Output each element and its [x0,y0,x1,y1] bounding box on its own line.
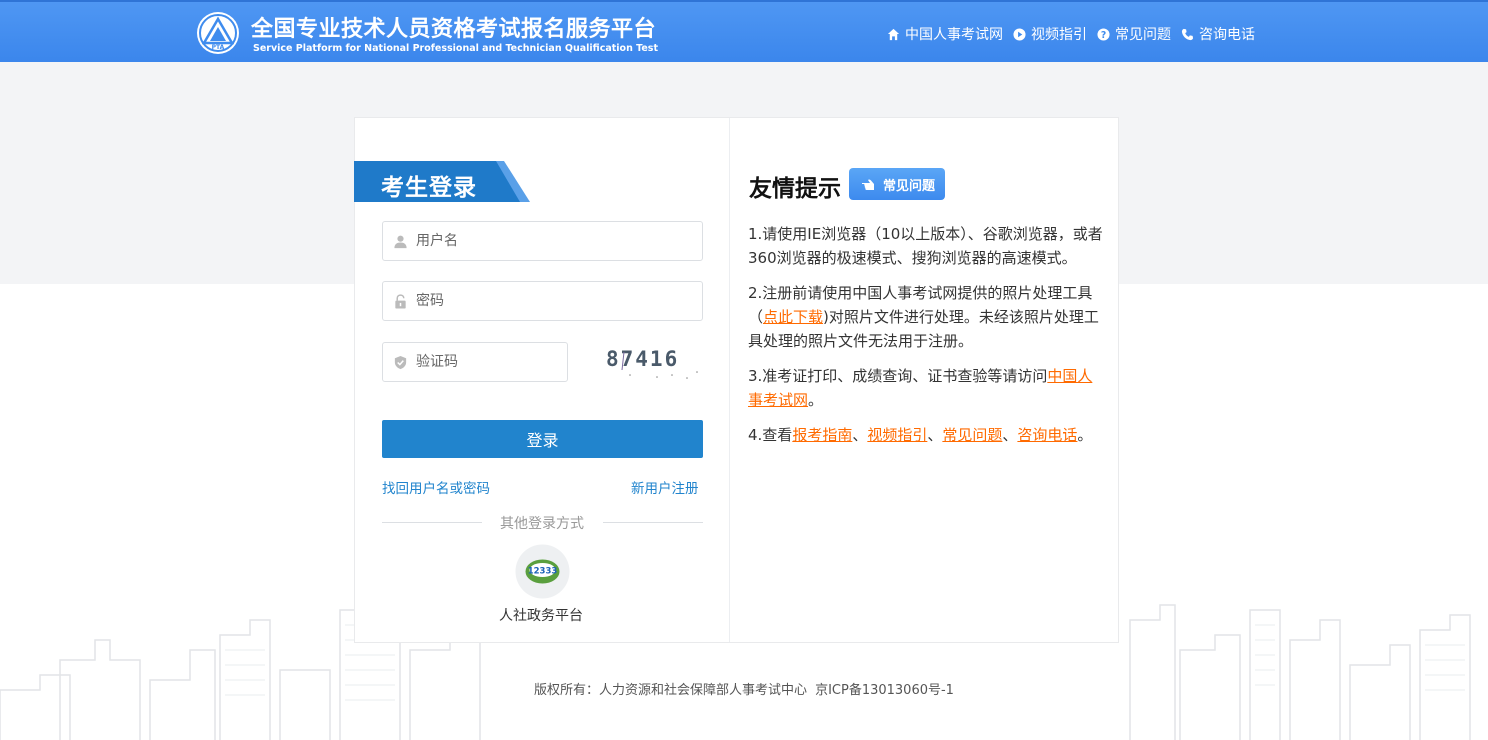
site-subtitle: Service Platform for National Profession… [253,43,659,54]
lock-icon [395,293,406,309]
nav-label: 中国人事考试网 [905,27,1003,43]
tip-item-1: 1.请使用IE浏览器（10以上版本）、谷歌浏览器，或者360浏览器的极速模式、搜… [748,225,1103,267]
nav-item-phone[interactable]: 咨询电话 [1181,24,1255,44]
footer-copyright: 版权所有：人力资源和社会保障部人事考试中心 [534,683,808,698]
hrss-platform-icon[interactable]: 12333 [515,544,570,599]
username-input[interactable] [414,232,674,250]
faq-badge-label: 常见问题 [883,178,936,194]
divider-line-left [382,522,482,523]
footer: 版权所有：人力资源和社会保障部人事考试中心 京ICP备13013060号-1 [0,679,1488,698]
login-panel: 考生登录 87416 登录 找回用户名或密码 新用户注册 其他登录方式 1233… [354,117,1119,643]
phone-icon [1181,28,1194,40]
svg-text:?: ? [1101,29,1106,40]
panel-divider [729,118,730,642]
shield-check-icon [394,355,407,369]
username-field[interactable] [382,221,703,261]
pointing-hand-icon [862,179,874,190]
tips-title: 友情提示 [749,176,841,202]
download-tool-link[interactable]: 点此下载 [763,308,823,326]
divider-line-right [603,522,703,523]
pta-logo-icon: PTA [197,12,239,54]
captcha-image[interactable]: 87416 [602,342,704,382]
login-button[interactable]: 登录 [382,420,703,458]
question-icon: ? [1097,27,1110,40]
nav-item-faq[interactable]: ? 常见问题 [1097,24,1171,44]
header-nav: 中国人事考试网 视频指引 ? 常见问题 咨询电话 [887,24,1255,44]
tip-item-3: 3.准考证打印、成绩查询、证书查验等请访问中国人事考试网。 [748,367,1093,409]
login-title: 考生登录 [381,175,477,201]
captcha-field[interactable] [382,342,568,382]
play-icon [1013,27,1026,41]
faq-badge-button[interactable]: 常见问题 [849,168,946,200]
other-login-label: 其他登录方式 [500,516,584,532]
user-icon [394,235,407,248]
hrss-platform-label[interactable]: 人社政务平台 [499,605,583,625]
nav-label: 咨询电话 [1199,27,1255,43]
password-input[interactable] [414,292,674,310]
nav-item-cpta[interactable]: 中国人事考试网 [887,24,1003,44]
password-field[interactable] [382,281,703,321]
svg-text:PTA: PTA [212,44,225,51]
top-header: PTA 全国专业技术人员资格考试报名服务平台 Service Platform … [0,0,1488,62]
hotline-link[interactable]: 咨询电话 [1017,426,1077,444]
site-title: 全国专业技术人员资格考试报名服务平台 [251,17,657,42]
nav-item-video[interactable]: 视频指引 [1013,24,1087,44]
home-icon [887,28,900,40]
captcha-input[interactable] [414,353,566,371]
forgot-credentials-link[interactable]: 找回用户名或密码 [382,477,490,497]
guide-link[interactable]: 报考指南 [792,426,852,444]
register-link[interactable]: 新用户注册 [631,477,699,497]
svg-text:87416: 87416 [606,347,679,371]
tips-list: 1.请使用IE浏览器（10以上版本）、谷歌浏览器，或者360浏览器的极速模式、搜… [748,222,1104,458]
svg-text:12333: 12333 [528,567,558,577]
video-guide-link[interactable]: 视频指引 [867,426,927,444]
footer-icp[interactable]: 京ICP备13013060号-1 [815,683,954,698]
nav-label: 常见问题 [1115,27,1171,43]
nav-label: 视频指引 [1031,27,1087,43]
tip-item-2: 2.注册前请使用中国人事考试网提供的照片处理工具（点此下载)对照片文件进行处理。… [748,284,1099,350]
faq-link[interactable]: 常见问题 [942,426,1002,444]
tip-item-4: 4.查看报考指南、视频指引、常见问题、咨询电话。 [748,426,1093,444]
